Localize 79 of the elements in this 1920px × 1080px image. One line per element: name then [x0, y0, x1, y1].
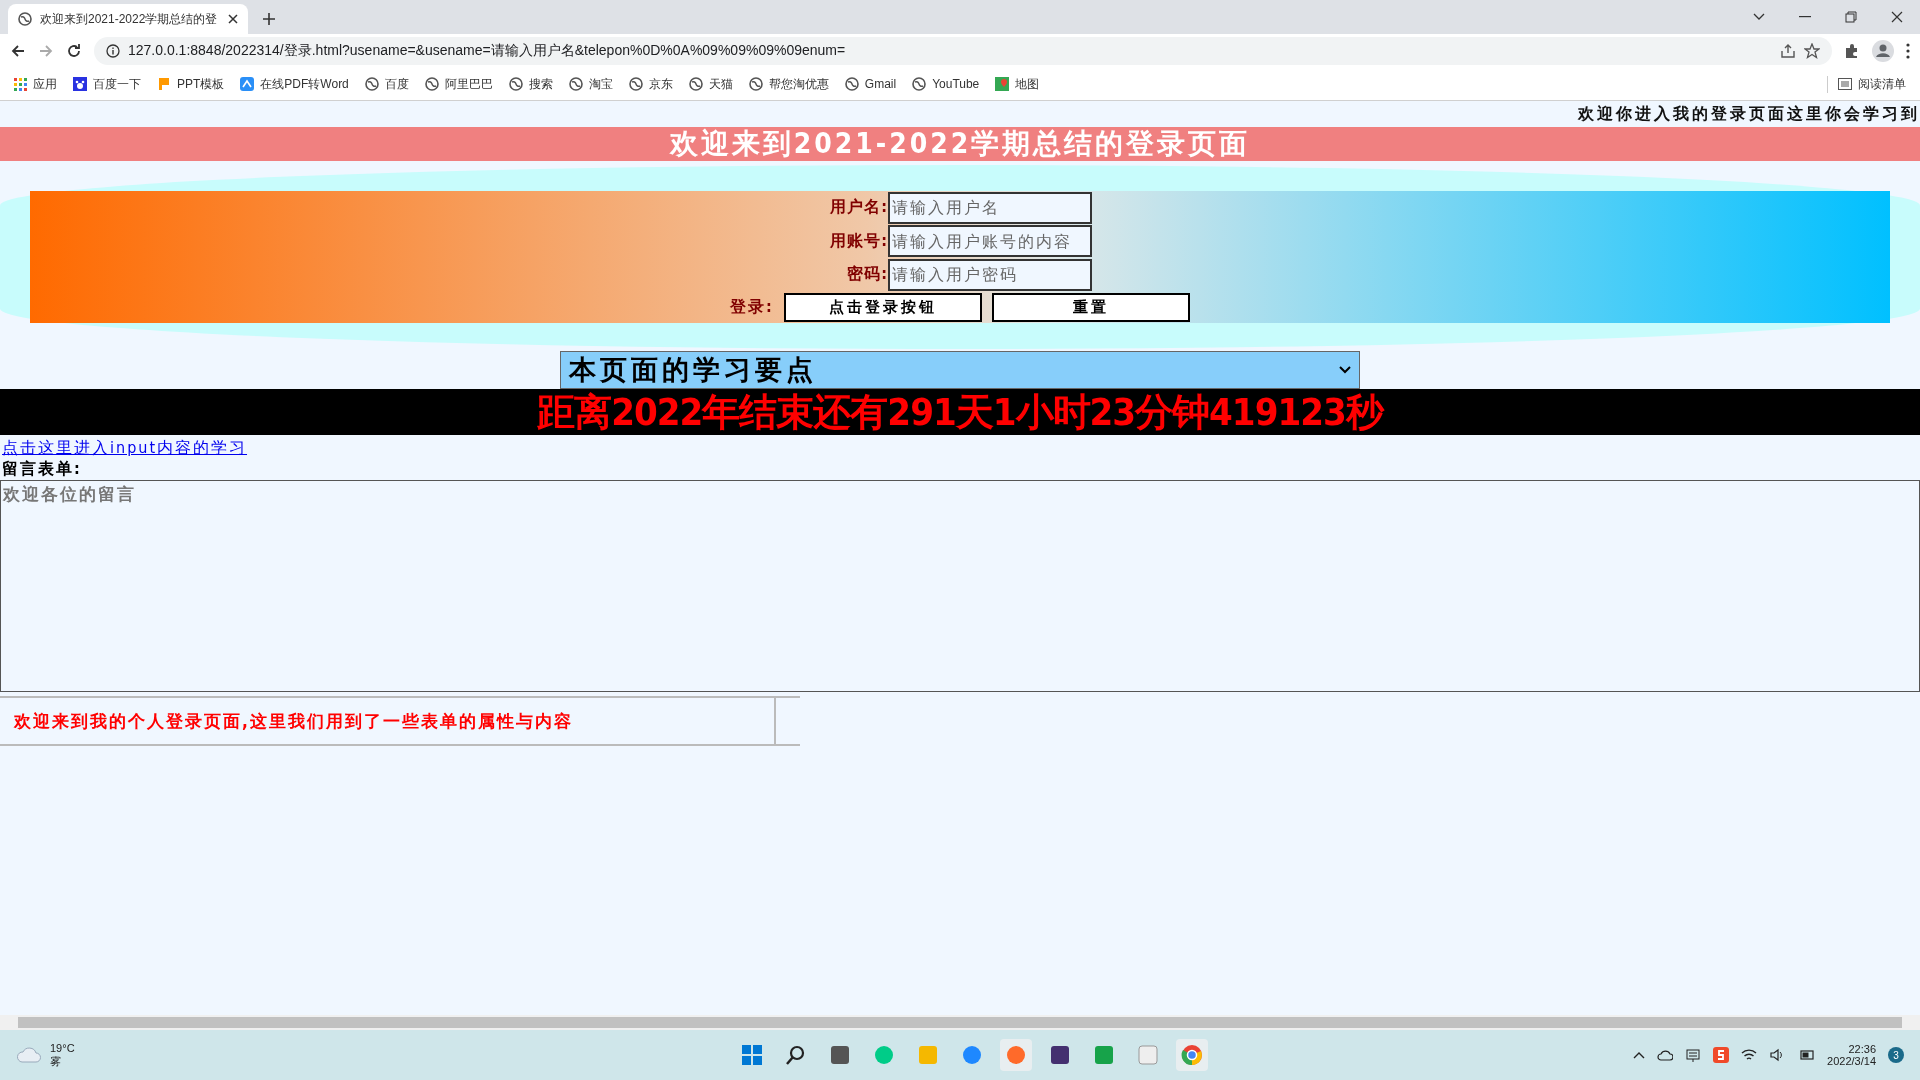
wifi-icon[interactable] — [1741, 1048, 1758, 1062]
bookmark-link[interactable]: PPT模板 — [157, 75, 225, 93]
field-label: 用账号: — [829, 230, 888, 252]
field-label: 用户名: — [829, 197, 888, 219]
reset-button[interactable]: 重置 — [991, 292, 1190, 322]
pdf-icon — [240, 77, 255, 91]
field-label: 登录: — [730, 296, 774, 318]
weather-text: 雾 — [50, 1053, 62, 1069]
input-field[interactable]: 请输入用户密码 — [888, 258, 1092, 291]
temperature-text: 19°C — [50, 1041, 75, 1054]
globe-icon — [748, 77, 763, 91]
paw-icon — [73, 77, 87, 91]
login-button[interactable]: 点击登录按钮 — [783, 292, 982, 322]
reading-list-button[interactable]: 阅读清单 — [1827, 75, 1906, 93]
info-icon — [106, 44, 120, 58]
input-field[interactable]: 请输入用户名 — [888, 191, 1092, 224]
bookmark-link[interactable]: 百度一下 — [73, 75, 141, 93]
browser-tab[interactable]: 欢迎来到2021-2022学期总结的登 — [8, 4, 248, 34]
close-icon[interactable] — [228, 14, 238, 24]
globe-icon — [424, 77, 439, 91]
countdown-banner: 距离2022年结束还有291天1小时23分钟419123秒 — [0, 389, 1920, 435]
map-pin-icon — [995, 77, 1010, 91]
globe-icon — [688, 77, 703, 91]
site-icon — [18, 12, 32, 26]
cloud-icon — [16, 1047, 42, 1063]
globe-icon — [508, 77, 523, 91]
profile-icon[interactable] — [1872, 40, 1894, 62]
bookmark-link[interactable]: 在线PDF转Word — [240, 75, 349, 93]
bookmark-link[interactable]: 百度 — [364, 75, 409, 93]
bookmark-link[interactable]: 淘宝 — [568, 75, 613, 93]
globe-icon — [568, 77, 583, 91]
flag-icon — [157, 77, 171, 91]
menu-icon[interactable] — [1906, 43, 1910, 59]
horizontal-scrollbar[interactable] — [0, 1015, 1920, 1030]
bookmark-link[interactable]: 阿里巴巴 — [424, 75, 493, 93]
scrolling-text: 欢迎你进入我的登录页面这里你会学习到 — [1578, 103, 1920, 125]
input-field[interactable]: 请输入用户账号的内容 — [888, 225, 1092, 258]
reload-icon[interactable] — [66, 43, 82, 59]
bookmark-link[interactable]: 帮您淘优惠 — [748, 75, 829, 93]
cloud-icon[interactable] — [1657, 1049, 1674, 1061]
bookmark-link[interactable]: 天猫 — [688, 75, 733, 93]
page-title: 欢迎来到2021-2022学期总结的登录页面 — [0, 127, 1920, 161]
tab-title: 欢迎来到2021-2022学期总结的登 — [40, 10, 219, 28]
globe-icon — [628, 77, 643, 91]
bookmark-link[interactable]: 搜索 — [508, 75, 553, 93]
notification-badge[interactable]: 3 — [1888, 1047, 1904, 1063]
star-icon[interactable] — [1804, 43, 1820, 59]
message-box[interactable]: 欢迎各位的留言 — [0, 480, 1920, 692]
apps-grid-icon — [14, 77, 27, 91]
chevron-down-icon — [1753, 13, 1765, 21]
share-icon[interactable] — [1780, 43, 1796, 59]
topic-select[interactable]: 本页面的学习要点 — [560, 351, 1360, 389]
form-label: 留言表单: — [2, 459, 83, 480]
bookmark-link[interactable]: Gmail — [844, 77, 897, 91]
bookmark-link[interactable]: 地图 — [995, 75, 1040, 93]
close-icon — [1891, 11, 1903, 23]
table-cell: 欢迎来到我的个人登录页面,这里我们用到了一些表单的属性与内容 — [0, 698, 776, 744]
input-study-link[interactable]: 点击这里进入input内容的学习 — [2, 438, 248, 459]
address-bar[interactable]: 127.0.0.1:8848/2022314/登录.html?usename=&usename=请输入用户名&telepon%0D%0A%09%09%09%09enum= — [94, 37, 1832, 65]
battery-icon[interactable] — [1797, 1049, 1816, 1061]
globe-icon — [364, 77, 379, 91]
bookmark-link[interactable]: 应用 — [14, 75, 57, 93]
list-icon — [1838, 78, 1852, 90]
globe-icon — [912, 77, 927, 91]
chrome-icon[interactable] — [1176, 1039, 1208, 1071]
new-tab-icon[interactable] — [262, 12, 276, 26]
restore-icon — [1845, 11, 1857, 23]
minimize-icon — [1799, 16, 1811, 18]
clock[interactable]: 22:36 2022/3/14 — [1827, 1043, 1876, 1067]
bookmark-link[interactable]: YouTube — [912, 77, 980, 91]
field-label: 密码: — [846, 264, 888, 286]
keyboard-icon[interactable] — [1685, 1047, 1702, 1063]
puzzle-icon[interactable] — [1844, 43, 1860, 59]
globe-icon — [844, 77, 859, 91]
s-app-icon[interactable] — [1713, 1047, 1730, 1063]
chevron-down-icon — [1339, 366, 1351, 374]
chevron-up-icon[interactable] — [1633, 1051, 1646, 1059]
back-icon[interactable] — [10, 43, 26, 59]
bookmark-link[interactable]: 京东 — [628, 75, 673, 93]
